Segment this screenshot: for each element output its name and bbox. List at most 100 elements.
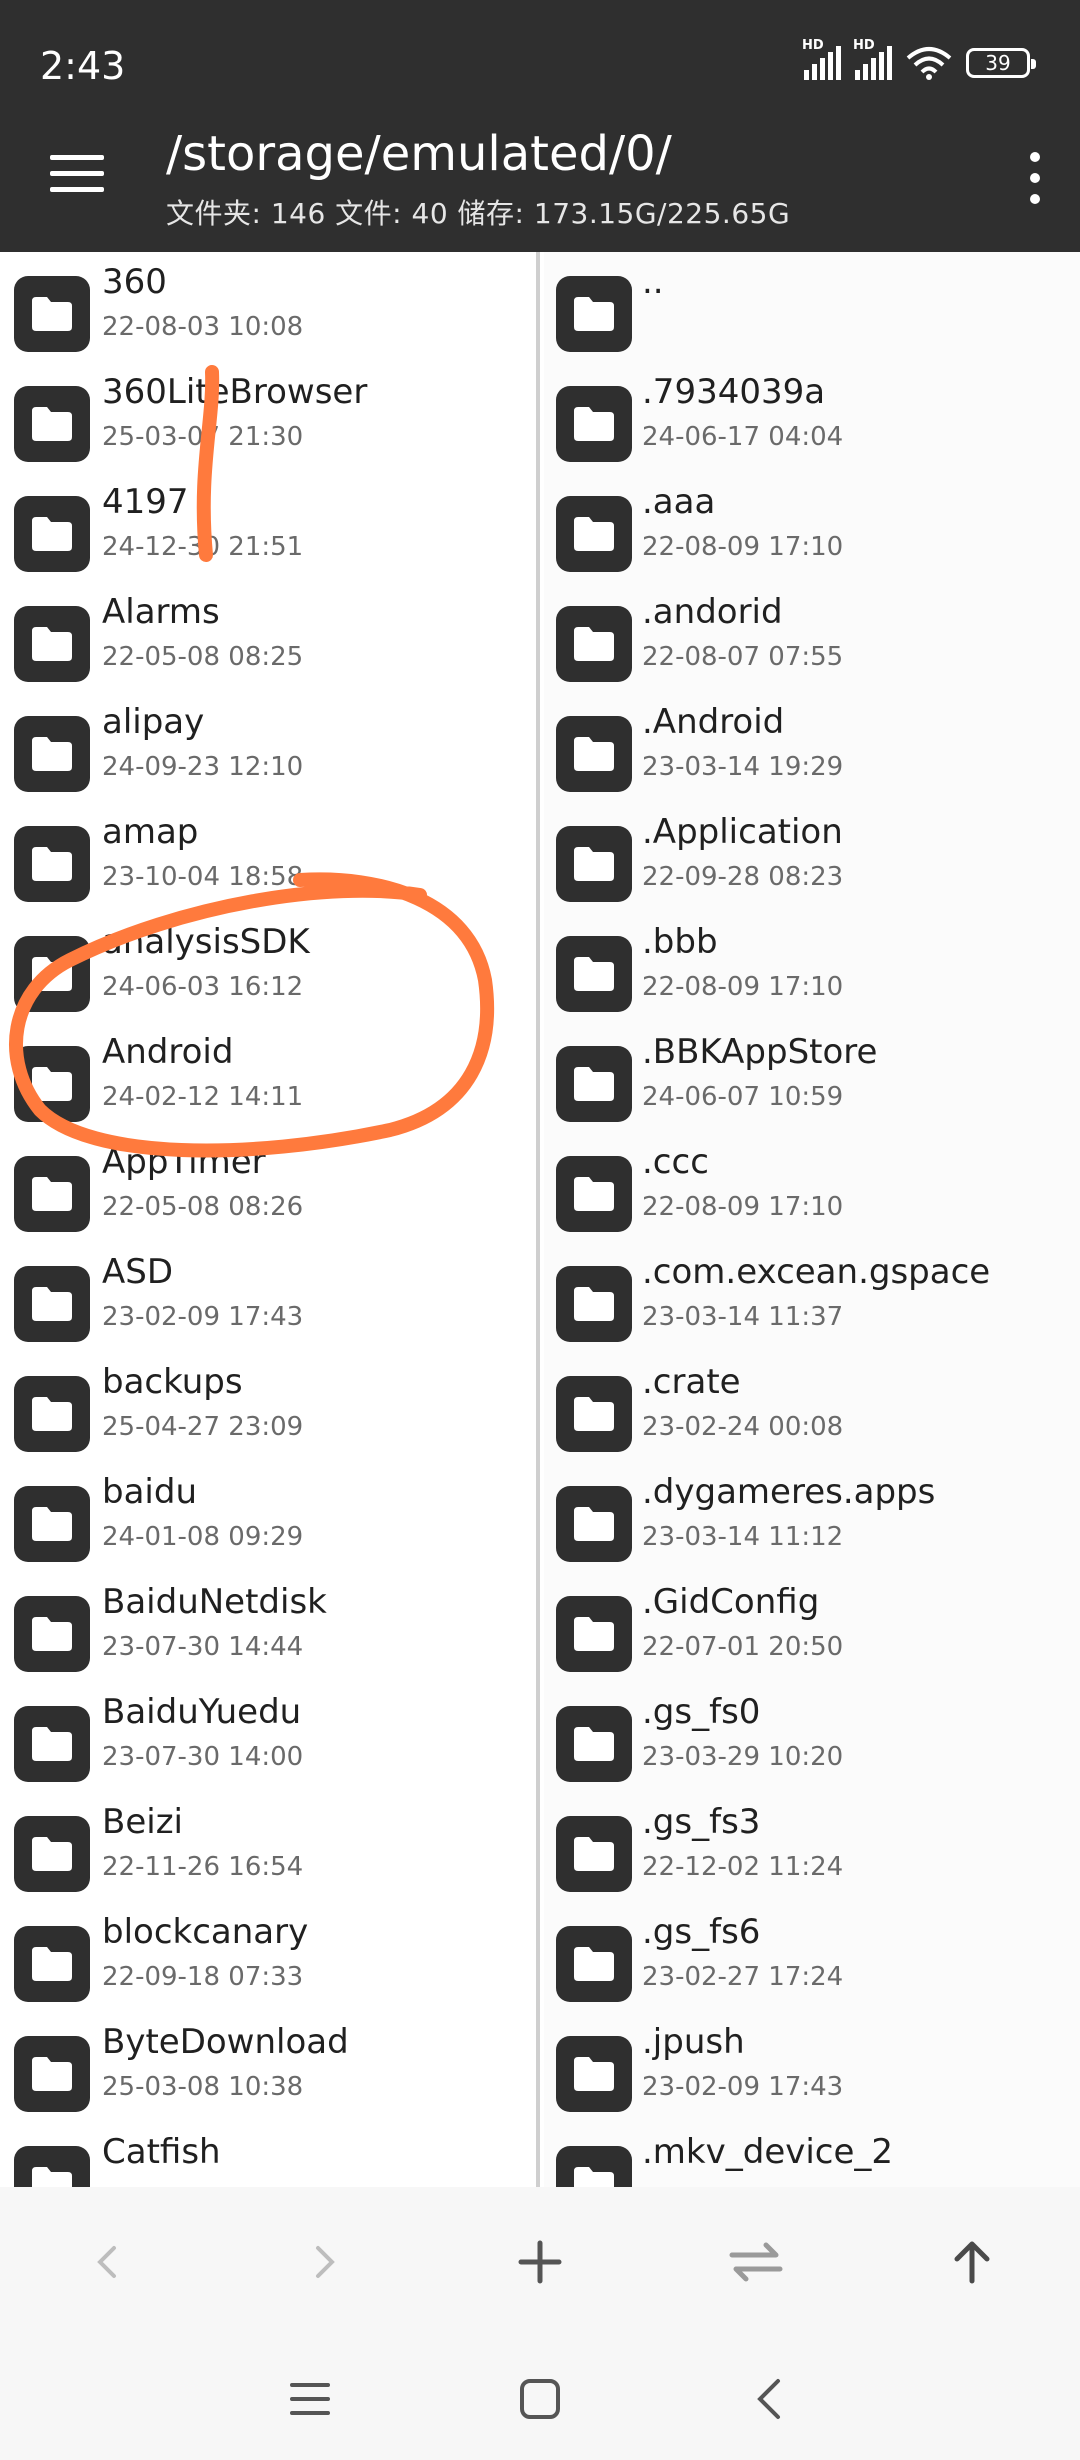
folder-date: 24-01-08 09:29: [102, 1522, 304, 1552]
list-item[interactable]: analysisSDK 24-06-03 16:12: [0, 912, 536, 1022]
list-item[interactable]: .ccc 22-08-09 17:10: [544, 1132, 1080, 1242]
back-icon: [757, 2378, 780, 2419]
folder-name: Alarms: [102, 592, 220, 632]
menu-button[interactable]: [50, 155, 104, 195]
status-time: 2:43: [40, 44, 126, 88]
list-item[interactable]: 360LiteBrowser 25-03-07 21:30: [0, 362, 536, 472]
folder-name: ..: [642, 262, 664, 302]
add-icon: [518, 2240, 562, 2284]
list-item[interactable]: 4197 24-12-30 21:51: [0, 472, 536, 582]
list-item[interactable]: .gs_fs6 23-02-27 17:24: [544, 1902, 1080, 2012]
recents-button[interactable]: [270, 2359, 350, 2439]
folder-icon: [556, 1486, 632, 1562]
list-item[interactable]: .GidConfig 22-07-01 20:50: [544, 1572, 1080, 1682]
up-button[interactable]: [864, 2187, 1080, 2337]
add-button[interactable]: [432, 2187, 648, 2337]
folder-icon: [14, 1266, 90, 1342]
folder-icon: [556, 826, 632, 902]
list-item[interactable]: 360 22-08-03 10:08: [0, 252, 536, 362]
list-item[interactable]: Alarms 22-05-08 08:25: [0, 582, 536, 692]
list-item[interactable]: AppTimer 22-05-08 08:26: [0, 1132, 536, 1242]
home-button[interactable]: [500, 2359, 580, 2439]
folder-name: ByteDownload: [102, 2022, 349, 2062]
folder-icon: [14, 1816, 90, 1892]
folder-date: 23-03-29 10:20: [642, 1742, 844, 1772]
list-item[interactable]: Catfish: [0, 2122, 536, 2187]
list-item[interactable]: .BBKAppStore 24-06-07 10:59: [544, 1022, 1080, 1132]
list-item[interactable]: .bbb 22-08-09 17:10: [544, 912, 1080, 1022]
list-item[interactable]: ..: [544, 252, 1080, 362]
list-item[interactable]: baidu 24-01-08 09:29: [0, 1462, 536, 1572]
folder-name: .BBKAppStore: [642, 1032, 878, 1072]
list-item[interactable]: .jpush 23-02-09 17:43: [544, 2012, 1080, 2122]
list-item[interactable]: BaiduYuedu 23-07-30 14:00: [0, 1682, 536, 1792]
folder-icon: [14, 716, 90, 792]
list-item[interactable]: .andorid 22-08-07 07:55: [544, 582, 1080, 692]
list-item[interactable]: ASD 23-02-09 17:43: [0, 1242, 536, 1352]
list-item[interactable]: .7934039a 24-06-17 04:04: [544, 362, 1080, 472]
menu-icon: [290, 2382, 330, 2415]
list-item[interactable]: blockcanary 22-09-18 07:33: [0, 1902, 536, 2012]
folder-icon: [14, 2146, 90, 2187]
folder-name: alipay: [102, 702, 205, 742]
folder-icon: [556, 606, 632, 682]
folder-icon: [14, 1926, 90, 2002]
list-item[interactable]: alipay 24-09-23 12:10: [0, 692, 536, 802]
list-item[interactable]: ByteDownload 25-03-08 10:38: [0, 2012, 536, 2122]
list-item[interactable]: Beizi 22-11-26 16:54: [0, 1792, 536, 1902]
system-back-button[interactable]: [730, 2359, 810, 2439]
folder-icon: [556, 1156, 632, 1232]
folder-name: .ccc: [642, 1142, 709, 1182]
folder-icon: [556, 496, 632, 572]
status-icons: HD HD 39: [802, 38, 1036, 80]
swap-button[interactable]: [648, 2187, 864, 2337]
folder-name: .gs_fs0: [642, 1692, 761, 1732]
list-item[interactable]: backups 25-04-27 23:09: [0, 1352, 536, 1462]
bottom-toolbar: [0, 2187, 1080, 2337]
folder-date: 22-11-26 16:54: [102, 1852, 304, 1882]
list-item[interactable]: BaiduNetdisk 23-07-30 14:44: [0, 1572, 536, 1682]
back-button[interactable]: [0, 2187, 216, 2337]
folder-icon: [556, 1926, 632, 2002]
folder-icon: [14, 826, 90, 902]
folder-icon: [556, 1706, 632, 1782]
folder-icon: [14, 606, 90, 682]
list-item[interactable]: Android 24-02-12 14:11: [0, 1022, 536, 1132]
swap-icon: [729, 2242, 783, 2282]
list-item[interactable]: .Application 22-09-28 08:23: [544, 802, 1080, 912]
left-file-pane[interactable]: 360 22-08-03 10:08 360LiteBrowser 25-03-07 …: [0, 252, 540, 2187]
current-path: /storage/emulated/0/: [166, 126, 672, 182]
more-options-button[interactable]: [1020, 152, 1050, 204]
list-item[interactable]: .Android 23-03-14 19:29: [544, 692, 1080, 802]
list-item[interactable]: .aaa 22-08-09 17:10: [544, 472, 1080, 582]
folder-date: 22-08-07 07:55: [642, 642, 844, 672]
app-bar: 2:43 HD HD 39 /storage/emulated/0/ 文件夹: …: [0, 0, 1080, 252]
folder-icon: [14, 1046, 90, 1122]
list-item[interactable]: amap 23-10-04 18:58: [0, 802, 536, 912]
list-item[interactable]: .mkv_device_2: [544, 2122, 1080, 2187]
battery-level: 39: [985, 51, 1011, 75]
folder-date: 24-06-17 04:04: [642, 422, 844, 452]
folder-name: Android: [102, 1032, 234, 1072]
storage-info: 文件夹: 146 文件: 40 储存: 173.15G/225.65G: [166, 197, 791, 230]
folder-icon: [556, 1596, 632, 1672]
list-item[interactable]: .com.excean.gspace 23-03-14 11:37: [544, 1242, 1080, 1352]
folder-icon: [556, 1266, 632, 1342]
folder-icon: [556, 936, 632, 1012]
folder-date: 23-03-14 11:12: [642, 1522, 844, 1552]
list-item[interactable]: .gs_fs3 22-12-02 11:24: [544, 1792, 1080, 1902]
forward-button[interactable]: [216, 2187, 432, 2337]
list-item[interactable]: .crate 23-02-24 00:08: [544, 1352, 1080, 1462]
folder-name: 360: [102, 262, 167, 302]
folder-name: .com.excean.gspace: [642, 1252, 991, 1292]
list-item[interactable]: .dygameres.apps 23-03-14 11:12: [544, 1462, 1080, 1572]
folder-date: 24-06-07 10:59: [642, 1082, 844, 1112]
folder-date: 23-02-24 00:08: [642, 1412, 844, 1442]
folder-name: .Android: [642, 702, 785, 742]
list-item[interactable]: .gs_fs0 23-03-29 10:20: [544, 1682, 1080, 1792]
right-file-pane[interactable]: .. .7934039a 24-06-17 04:04 .aaa 22-08-09 17…: [544, 252, 1080, 2187]
folder-icon: [14, 276, 90, 352]
folder-date: 22-08-09 17:10: [642, 972, 844, 1002]
cell-signal-icon: HD: [853, 38, 892, 80]
folder-icon: [14, 1486, 90, 1562]
